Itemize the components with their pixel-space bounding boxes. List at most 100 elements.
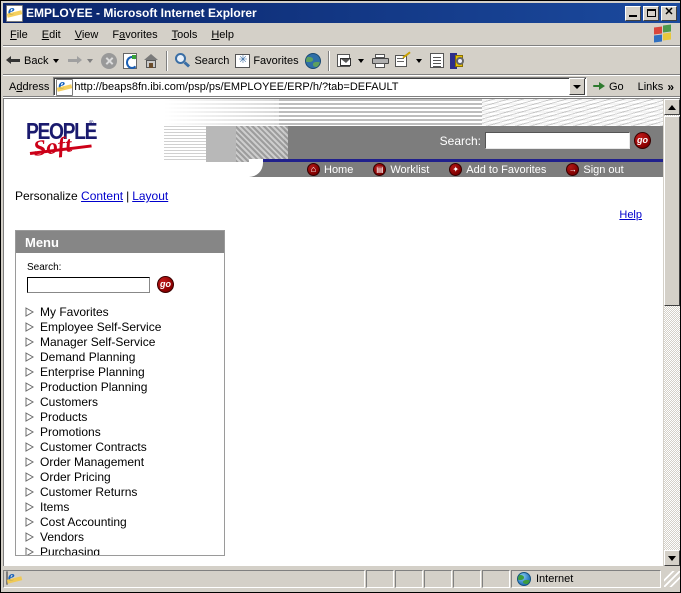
expand-triangle-icon	[25, 336, 34, 347]
favorites-button[interactable]: Favorites	[232, 49, 301, 72]
menu-search-go-button[interactable]: go	[157, 276, 174, 293]
chevron-down-icon	[668, 555, 676, 561]
home-icon	[143, 53, 159, 68]
nav-add-favorites-label: Add to Favorites	[466, 163, 547, 176]
back-button[interactable]: Back	[3, 49, 64, 72]
menu-help[interactable]: Help	[204, 27, 241, 43]
edit-page-icon	[394, 50, 411, 68]
menu-item[interactable]: Production Planning	[16, 379, 224, 394]
banner-graphic	[134, 99, 663, 162]
expand-triangle-icon	[25, 516, 34, 527]
back-dropdown-icon[interactable]	[53, 58, 60, 63]
menu-item-label: Demand Planning	[40, 349, 136, 364]
expand-triangle-icon	[25, 321, 34, 332]
page-content: PEOPLE ® Soft Search: go ⌂ Home ▤ Workli…	[4, 99, 663, 566]
nav-worklist[interactable]: ▤ Worklist	[373, 163, 440, 176]
help-link[interactable]: Help	[619, 209, 642, 221]
expand-triangle-icon	[25, 411, 34, 422]
personalize-layout-link[interactable]: Layout	[132, 189, 168, 203]
menu-item[interactable]: Order Pricing	[16, 469, 224, 484]
menu-edit[interactable]: Edit	[35, 27, 68, 43]
home-button[interactable]	[140, 49, 162, 72]
scroll-thumb[interactable]	[664, 116, 680, 306]
menu-item-label: Enterprise Planning	[40, 364, 145, 379]
expand-triangle-icon	[25, 306, 34, 317]
edit-dropdown-icon[interactable]	[415, 58, 422, 63]
menu-favorites[interactable]: Favorites	[105, 27, 164, 43]
menu-item[interactable]: Order Management	[16, 454, 224, 469]
menu-item-label: Customers	[40, 394, 99, 409]
personalize-content-link[interactable]: Content	[81, 189, 123, 203]
nav-sign-out-label: Sign out	[583, 163, 624, 176]
maximize-button[interactable]	[643, 5, 659, 21]
messenger-icon	[449, 52, 465, 69]
search-button[interactable]: Search	[172, 49, 232, 72]
menu-item[interactable]: Items	[16, 499, 224, 514]
address-dropdown-button[interactable]	[568, 78, 585, 95]
edit-button[interactable]	[392, 49, 427, 72]
mail-button[interactable]	[334, 49, 369, 72]
address-label: Address	[9, 80, 50, 93]
window-title: EMPLOYEE - Microsoft Internet Explorer	[26, 6, 257, 20]
links-button[interactable]: Links »	[630, 80, 680, 94]
menu-view[interactable]: View	[68, 27, 106, 43]
nav-add-to-favorites[interactable]: ✦ Add to Favorites	[449, 163, 557, 176]
stop-button[interactable]	[98, 49, 120, 72]
menu-pagelet-body: Search: go My Favorites Employee Self-Ser…	[16, 253, 224, 555]
mail-dropdown-icon[interactable]	[357, 58, 364, 63]
nav-sign-out[interactable]: → Sign out	[566, 163, 634, 176]
page-viewport: PEOPLE ® Soft Search: go ⌂ Home ▤ Workli…	[3, 98, 680, 566]
forward-button[interactable]	[64, 49, 98, 72]
address-input-wrap[interactable]	[53, 77, 587, 96]
scroll-up-button[interactable]	[664, 99, 680, 115]
menu-item[interactable]: Customer Returns	[16, 484, 224, 499]
menu-item-label: Manager Self-Service	[40, 334, 156, 349]
refresh-button[interactable]	[120, 49, 140, 72]
logo-trademark: ®	[89, 121, 94, 127]
minimize-button[interactable]	[625, 5, 641, 21]
menu-tools[interactable]: Tools	[165, 27, 205, 43]
messenger-button[interactable]	[447, 49, 468, 72]
address-input[interactable]	[74, 80, 569, 93]
menu-item[interactable]: Manager Self-Service	[16, 334, 224, 349]
forward-dropdown-icon[interactable]	[87, 58, 94, 63]
back-label: Back	[24, 54, 49, 67]
menu-item[interactable]: Customer Contracts	[16, 439, 224, 454]
expand-triangle-icon	[25, 441, 34, 452]
menu-item[interactable]: Promotions	[16, 424, 224, 439]
menu-item[interactable]: Demand Planning	[16, 349, 224, 364]
print-button[interactable]	[369, 49, 392, 72]
mail-icon	[336, 53, 353, 68]
discuss-button[interactable]	[427, 49, 447, 72]
security-zone-pane[interactable]: Internet	[511, 570, 661, 588]
menu-item[interactable]: My Favorites	[16, 304, 224, 319]
page-vertical-scrollbar[interactable]	[663, 99, 680, 566]
stop-icon	[101, 52, 118, 69]
menu-item[interactable]: Customers	[16, 394, 224, 409]
windows-flag-icon	[652, 24, 674, 44]
scroll-down-button[interactable]	[664, 550, 680, 566]
forward-arrow-icon	[67, 54, 83, 67]
menu-item[interactable]: Enterprise Planning	[16, 364, 224, 379]
banner-search-go-button[interactable]: go	[634, 132, 651, 149]
menu-item-label: Purchasing	[40, 544, 101, 556]
banner-search-input[interactable]	[485, 132, 630, 149]
links-chevron-icon[interactable]: »	[667, 80, 674, 94]
toolbar-divider-2	[327, 50, 330, 71]
resize-grip[interactable]	[664, 571, 680, 587]
menu-item[interactable]: Products	[16, 409, 224, 424]
nav-worklist-label: Worklist	[390, 163, 430, 176]
close-button[interactable]: ✕	[661, 5, 677, 21]
go-button[interactable]: Go	[587, 81, 630, 93]
menu-item[interactable]: Vendors	[16, 529, 224, 544]
menu-file[interactable]: File	[3, 27, 35, 43]
nav-home[interactable]: ⌂ Home	[307, 163, 364, 176]
menu-item[interactable]: Employee Self-Service	[16, 319, 224, 334]
menu-item[interactable]: Purchasing	[16, 544, 224, 555]
expand-triangle-icon	[25, 501, 34, 512]
history-button[interactable]	[302, 49, 324, 72]
history-icon	[304, 52, 321, 69]
menu-item[interactable]: Cost Accounting	[16, 514, 224, 529]
menu-search-input[interactable]	[27, 276, 150, 293]
personalize-row: Personalize Content | Layout	[4, 187, 663, 205]
